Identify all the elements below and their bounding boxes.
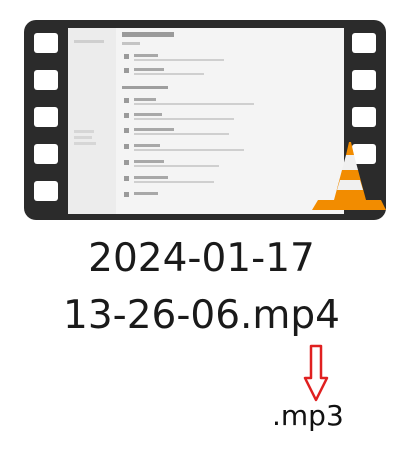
file-name-line-1: 2024-01-17 <box>88 236 315 281</box>
new-extension-label: .mp3 <box>272 399 344 432</box>
video-frame <box>68 28 344 214</box>
file-item[interactable]: 2024-01-17 13-26-06.mp4 <box>0 0 403 450</box>
arrow-down-icon <box>303 344 329 402</box>
file-name-line-2: 13-26-06.mp4 <box>63 293 340 338</box>
video-thumbnail <box>24 20 386 220</box>
